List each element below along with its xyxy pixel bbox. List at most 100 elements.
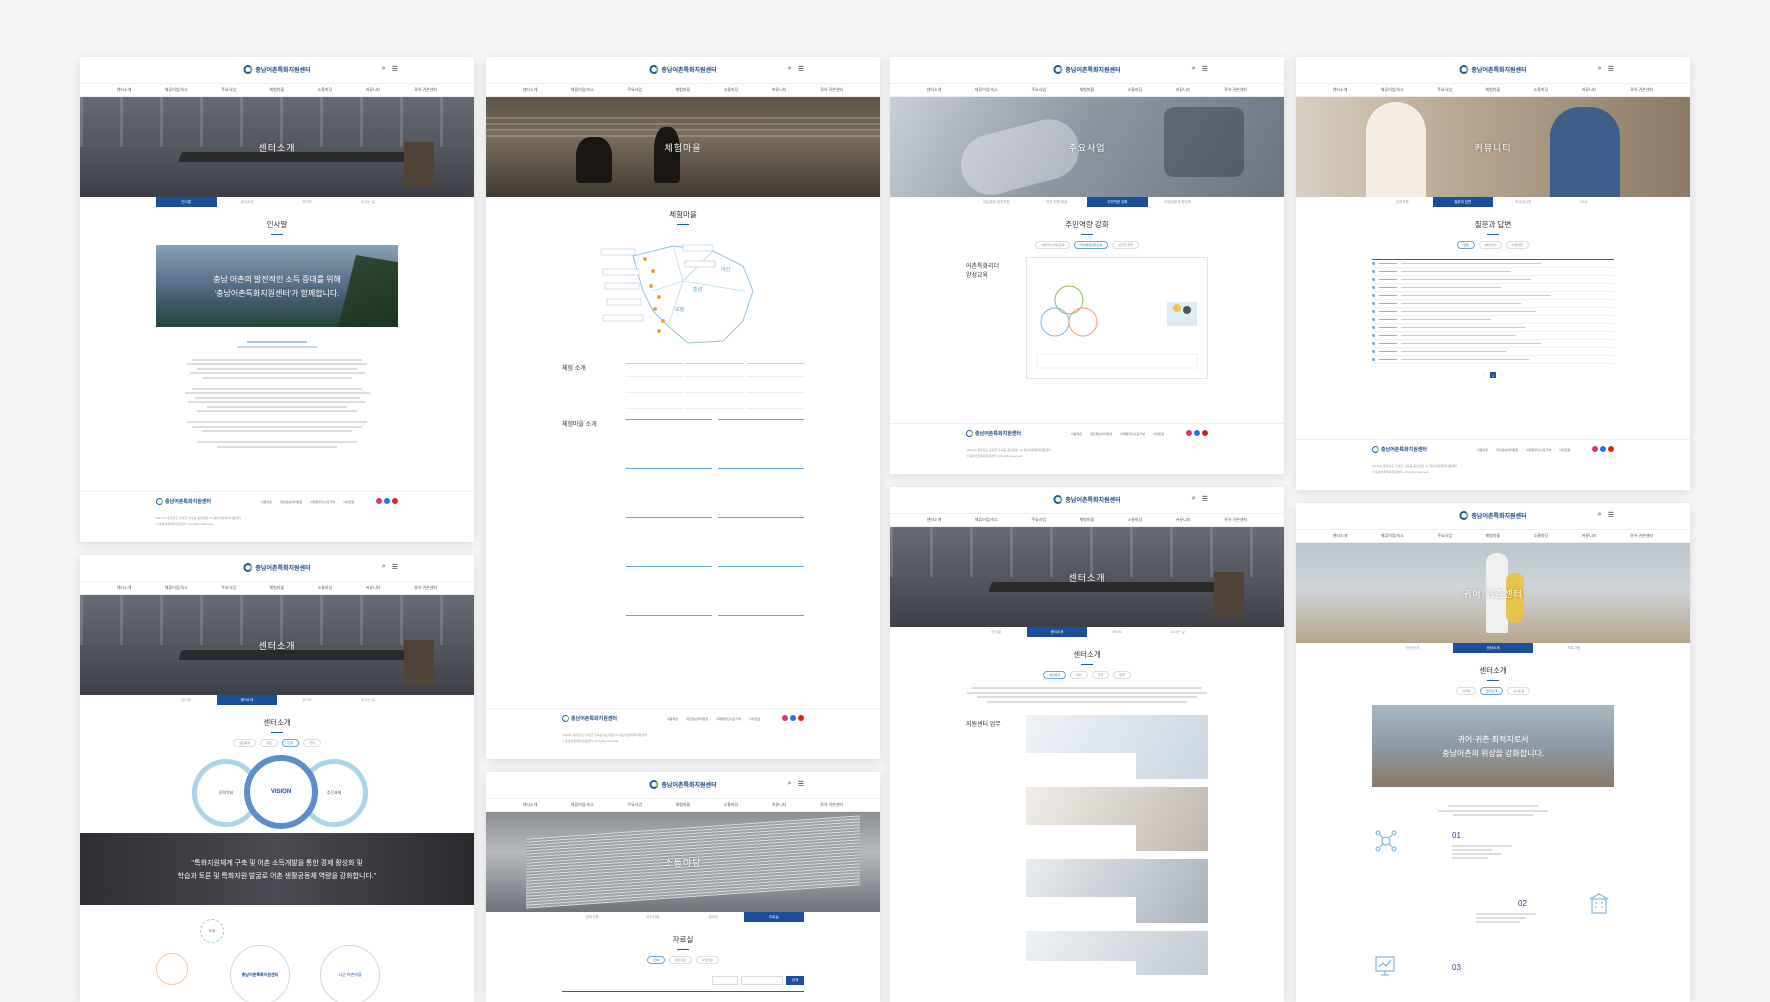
nav-item[interactable]: 귀어·귀촌센터 bbox=[414, 87, 437, 93]
menu-icon[interactable]: ☰ bbox=[392, 563, 398, 571]
pill-business[interactable]: 사업자료 bbox=[695, 956, 719, 964]
tab-capacity[interactable]: 주민역량 강화 bbox=[1087, 197, 1148, 207]
tab-guide[interactable]: 센터안내 bbox=[1372, 643, 1453, 653]
nav-item[interactable]: 체류어업/숙소 bbox=[975, 517, 998, 523]
search-icon[interactable]: ⌕ bbox=[1192, 65, 1196, 73]
table-row[interactable] bbox=[1372, 348, 1614, 356]
site-logo[interactable]: 충남어촌특화지원센터 bbox=[1459, 511, 1527, 520]
pill-greeting[interactable]: 인사말 bbox=[1455, 687, 1477, 695]
site-logo[interactable]: 충남어촌특화지원센터 bbox=[1053, 65, 1121, 74]
nav-item[interactable]: 센터소개 bbox=[523, 802, 538, 808]
table-row[interactable] bbox=[1372, 260, 1614, 268]
nav-item[interactable]: 커뮤니티 bbox=[1582, 533, 1597, 539]
nav-item[interactable]: 귀어·귀촌센터 bbox=[820, 87, 843, 93]
search-icon[interactable]: ⌕ bbox=[1598, 511, 1602, 519]
tab-greeting[interactable]: 인사말 bbox=[966, 627, 1027, 637]
site-logo[interactable]: 충남어촌특화지원센터 bbox=[649, 780, 717, 789]
tab-org[interactable]: 조직도 bbox=[277, 197, 338, 207]
tab-location[interactable]: 오시는 길 bbox=[1148, 627, 1209, 637]
nav-item[interactable]: 소통마당 bbox=[1534, 87, 1549, 93]
pill-history[interactable]: 연혁 bbox=[1113, 671, 1131, 679]
nav-item[interactable]: 주요사업 bbox=[1437, 533, 1452, 539]
tab-qna[interactable]: 질문과 답변 bbox=[1432, 197, 1493, 207]
nav-item[interactable]: 센터소개 bbox=[523, 87, 538, 93]
facebook-icon[interactable] bbox=[790, 715, 796, 721]
nav-item[interactable]: 체류어업/숙소 bbox=[571, 87, 594, 93]
footer-link[interactable]: 사이트맵 bbox=[749, 717, 760, 721]
pill-center[interactable]: 센터관련 bbox=[1478, 241, 1502, 249]
list-item[interactable] bbox=[718, 615, 804, 658]
search-icon[interactable]: ⌕ bbox=[1192, 495, 1196, 503]
menu-icon[interactable]: ☰ bbox=[1202, 65, 1208, 73]
menu-icon[interactable]: ☰ bbox=[392, 65, 398, 73]
list-item[interactable] bbox=[718, 468, 804, 511]
nav-item[interactable]: 체험마을 bbox=[675, 87, 690, 93]
footer-link[interactable]: 이메일무단수집거부 bbox=[716, 717, 741, 721]
youtube-icon[interactable] bbox=[1608, 446, 1614, 452]
tab-greeting[interactable]: 인사말 bbox=[156, 197, 217, 207]
youtube-icon[interactable] bbox=[798, 715, 804, 721]
footer-link[interactable]: 이용약관 bbox=[261, 500, 272, 504]
footer-link[interactable]: 이용약관 bbox=[1071, 432, 1082, 436]
list-item[interactable] bbox=[626, 615, 712, 658]
nav-item[interactable]: 체험마을 bbox=[269, 87, 284, 93]
site-logo[interactable]: 충남어촌특화지원센터 bbox=[1053, 495, 1121, 504]
tab-community[interactable]: 어촌공동체 활성화 bbox=[1148, 197, 1209, 207]
search-input[interactable] bbox=[741, 976, 783, 985]
nav-item[interactable]: 소통마당 bbox=[724, 87, 739, 93]
menu-icon[interactable]: ☰ bbox=[1202, 495, 1208, 503]
nav-item[interactable]: 귀어·귀촌센터 bbox=[820, 802, 843, 808]
search-icon[interactable]: ⌕ bbox=[1598, 65, 1602, 73]
footer-link[interactable]: 이메일무단수집거부 bbox=[1526, 448, 1551, 452]
pill-all[interactable]: 전체 bbox=[647, 956, 665, 964]
pill-training[interactable]: 주민역량강화교육 bbox=[1074, 241, 1109, 249]
pill-center[interactable]: 센터자료 bbox=[668, 956, 692, 964]
nav-item[interactable]: 귀어·귀촌센터 bbox=[1630, 87, 1653, 93]
pill-center[interactable]: 센터소개 bbox=[1480, 687, 1504, 695]
pill-vision[interactable]: 비전 bbox=[260, 739, 278, 747]
pill-org[interactable]: 조직 bbox=[1091, 671, 1110, 679]
menu-icon[interactable]: ☰ bbox=[1608, 65, 1614, 73]
tab-location[interactable]: 오시는 길 bbox=[338, 197, 399, 207]
nav-item[interactable]: 주요사업 bbox=[627, 802, 642, 808]
nav-item[interactable]: 귀어·귀촌센터 bbox=[1630, 533, 1653, 539]
table-row[interactable] bbox=[1372, 300, 1614, 308]
nav-item[interactable]: 체류어업/숙소 bbox=[571, 802, 594, 808]
nav-item[interactable]: 커뮤니티 bbox=[366, 87, 381, 93]
footer-link[interactable]: 개인정보처리방침 bbox=[1090, 432, 1112, 436]
tab-location[interactable]: 오시는 길 bbox=[338, 695, 399, 705]
nav-item[interactable]: 체류어업/숙소 bbox=[165, 585, 188, 591]
nav-item[interactable]: 체험마을 bbox=[675, 802, 690, 808]
tab-org[interactable]: 조직도 bbox=[1087, 627, 1148, 637]
footer-link[interactable]: 개인정보처리방침 bbox=[686, 717, 708, 721]
facebook-icon[interactable] bbox=[1600, 446, 1606, 452]
site-logo[interactable]: 충남어촌특화지원센터 bbox=[649, 65, 717, 74]
search-icon[interactable]: ⌕ bbox=[788, 65, 792, 73]
nav-item[interactable]: 주요사업 bbox=[1437, 87, 1452, 93]
nav-item[interactable]: 귀어·귀촌센터 bbox=[1224, 87, 1247, 93]
list-item[interactable] bbox=[718, 419, 804, 462]
footer-link[interactable]: 이용약관 bbox=[667, 717, 678, 721]
menu-icon[interactable]: ☰ bbox=[798, 65, 804, 73]
pill-history[interactable]: 연혁 bbox=[303, 739, 321, 747]
nav-item[interactable]: 주요사업 bbox=[627, 87, 642, 93]
menu-icon[interactable]: ☰ bbox=[798, 780, 804, 788]
tab-archive[interactable]: 자료실 bbox=[743, 912, 804, 922]
tab-program[interactable]: 프로그램 bbox=[1533, 643, 1614, 653]
nav-item[interactable]: 주요사업 bbox=[1031, 87, 1046, 93]
nav-item[interactable]: 센터소개 bbox=[117, 585, 132, 591]
nav-item[interactable]: 소통마당 bbox=[724, 802, 739, 808]
tab-center[interactable]: 센터소개 bbox=[1026, 627, 1087, 637]
nav-item[interactable]: 소통마당 bbox=[318, 87, 333, 93]
tab-free-board[interactable]: 자유게시판 bbox=[1493, 197, 1554, 207]
nav-item[interactable]: 커뮤니티 bbox=[1176, 87, 1191, 93]
list-item[interactable] bbox=[626, 468, 712, 511]
nav-item[interactable]: 소통마당 bbox=[1128, 87, 1143, 93]
nav-item[interactable]: 소통마당 bbox=[318, 585, 333, 591]
table-row[interactable] bbox=[1372, 324, 1614, 332]
nav-item[interactable]: 체류어업/숙소 bbox=[165, 87, 188, 93]
nav-item[interactable]: 체험마을 bbox=[1485, 87, 1500, 93]
search-button[interactable]: 검색 bbox=[786, 976, 804, 985]
nav-item[interactable]: 커뮤니티 bbox=[772, 87, 787, 93]
nav-item[interactable]: 체류어업/숙소 bbox=[975, 87, 998, 93]
